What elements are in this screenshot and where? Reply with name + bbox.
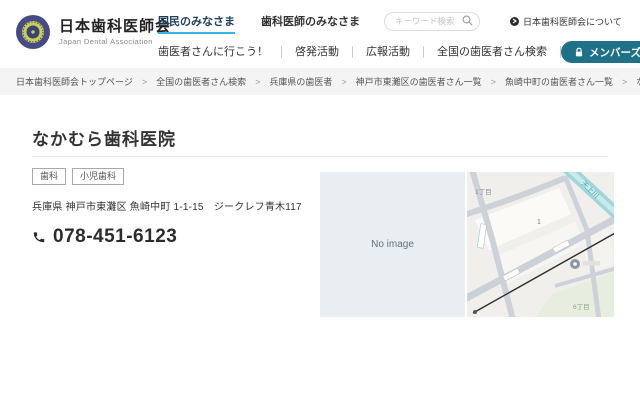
breadcrumb-separator: > [490,76,496,87]
nav-dentist-search[interactable]: 全国の歯医者さん検索 [424,46,561,58]
lock-icon [575,47,583,56]
breadcrumb-current: なかむら歯科医院 [636,75,640,88]
logo-subtitle: Japan Dental Association [59,37,153,46]
members-room-button[interactable]: メンバーズルーム [561,41,640,63]
clinic-phone: 078-451-6123 [32,226,307,248]
logo[interactable]: 日本歯科医師会 Japan Dental Association [14,13,171,51]
header-nav-row: 歯医者さんに行こう！ 啓発活動 広報活動 全国の歯医者さん検索 メンバーズルーム [158,39,640,65]
logo-title: 日本歯科医師会 [59,18,172,35]
breadcrumb-prefecture[interactable]: 兵庫県の歯医者 [269,75,332,88]
map-label-district-top: 1丁目 [475,188,492,196]
breadcrumb-separator: > [341,76,347,87]
clinic-address: 兵庫県 神戸市東灘区 魚崎中町 1-1-15 ジークレフ青木117 [32,201,302,213]
map-canvas: 1丁目 1 6丁目 天上川 [467,172,614,317]
circle-arrow-icon [510,16,519,26]
jda-emblem-icon [16,15,50,49]
nav-go-to-dentist[interactable]: 歯医者さんに行こう！ [158,46,282,58]
breadcrumb-home[interactable]: 日本歯科医師会トップページ [16,75,133,88]
map-label-block: 1 [537,219,541,226]
clinic-info: 歯科 小児歯科 兵庫県 神戸市東灘区 魚崎中町 1-1-15 ジークレフ青木11… [32,168,307,248]
phone-number[interactable]: 078-451-6123 [53,226,177,248]
site-header: 日本歯科医師会 Japan Dental Association 国民のみなさま… [0,0,640,68]
tab-dentists[interactable]: 歯科医師のみなさま [261,13,360,29]
breadcrumb-ward[interactable]: 神戸市東灘区の歯医者さん一覧 [356,75,482,88]
tab-citizens[interactable]: 国民のみなさま [158,13,235,34]
no-image-label: No image [371,239,414,250]
page: 日本歯科医師会 Japan Dental Association 国民のみなさま… [0,0,640,400]
search-box [384,11,480,31]
breadcrumb-search[interactable]: 全国の歯医者さん検索 [156,75,246,88]
clinic-photo-placeholder: No image [320,172,465,317]
nav-awareness[interactable]: 啓発活動 [282,46,353,58]
breadcrumb-separator: > [621,76,628,87]
tag-pediatric-dentistry: 小児歯科 [72,168,125,185]
search-icon[interactable] [462,15,473,26]
about-link-label: 日本歯科医師会について [523,16,622,27]
breadcrumb-town[interactable]: 魚崎中町の歯医者さん一覧 [505,75,613,88]
breadcrumb-separator: > [255,76,261,87]
clinic-tags: 歯科 小児歯科 [32,168,307,185]
page-title: なかむら歯科医院 [32,130,176,149]
members-room-label: メンバーズルーム [589,46,640,59]
breadcrumb: 日本歯科医師会トップページ > 全国の歯医者さん検索 > 兵庫県の歯医者 > 神… [0,68,640,95]
title-divider [32,156,608,157]
tag-dentistry: 歯科 [32,168,67,185]
clinic-map[interactable]: 1丁目 1 6丁目 天上川 [467,172,614,317]
phone-icon [33,232,45,243]
map-label-district-bottom: 6丁目 [573,303,590,311]
nav-public-relations[interactable]: 広報活動 [353,46,424,58]
breadcrumb-separator: > [141,76,148,87]
about-link[interactable]: 日本歯科医師会について [510,15,622,28]
header-top-row: 国民のみなさま 歯科医師のみなさま 日本歯科医師会について [158,9,624,34]
